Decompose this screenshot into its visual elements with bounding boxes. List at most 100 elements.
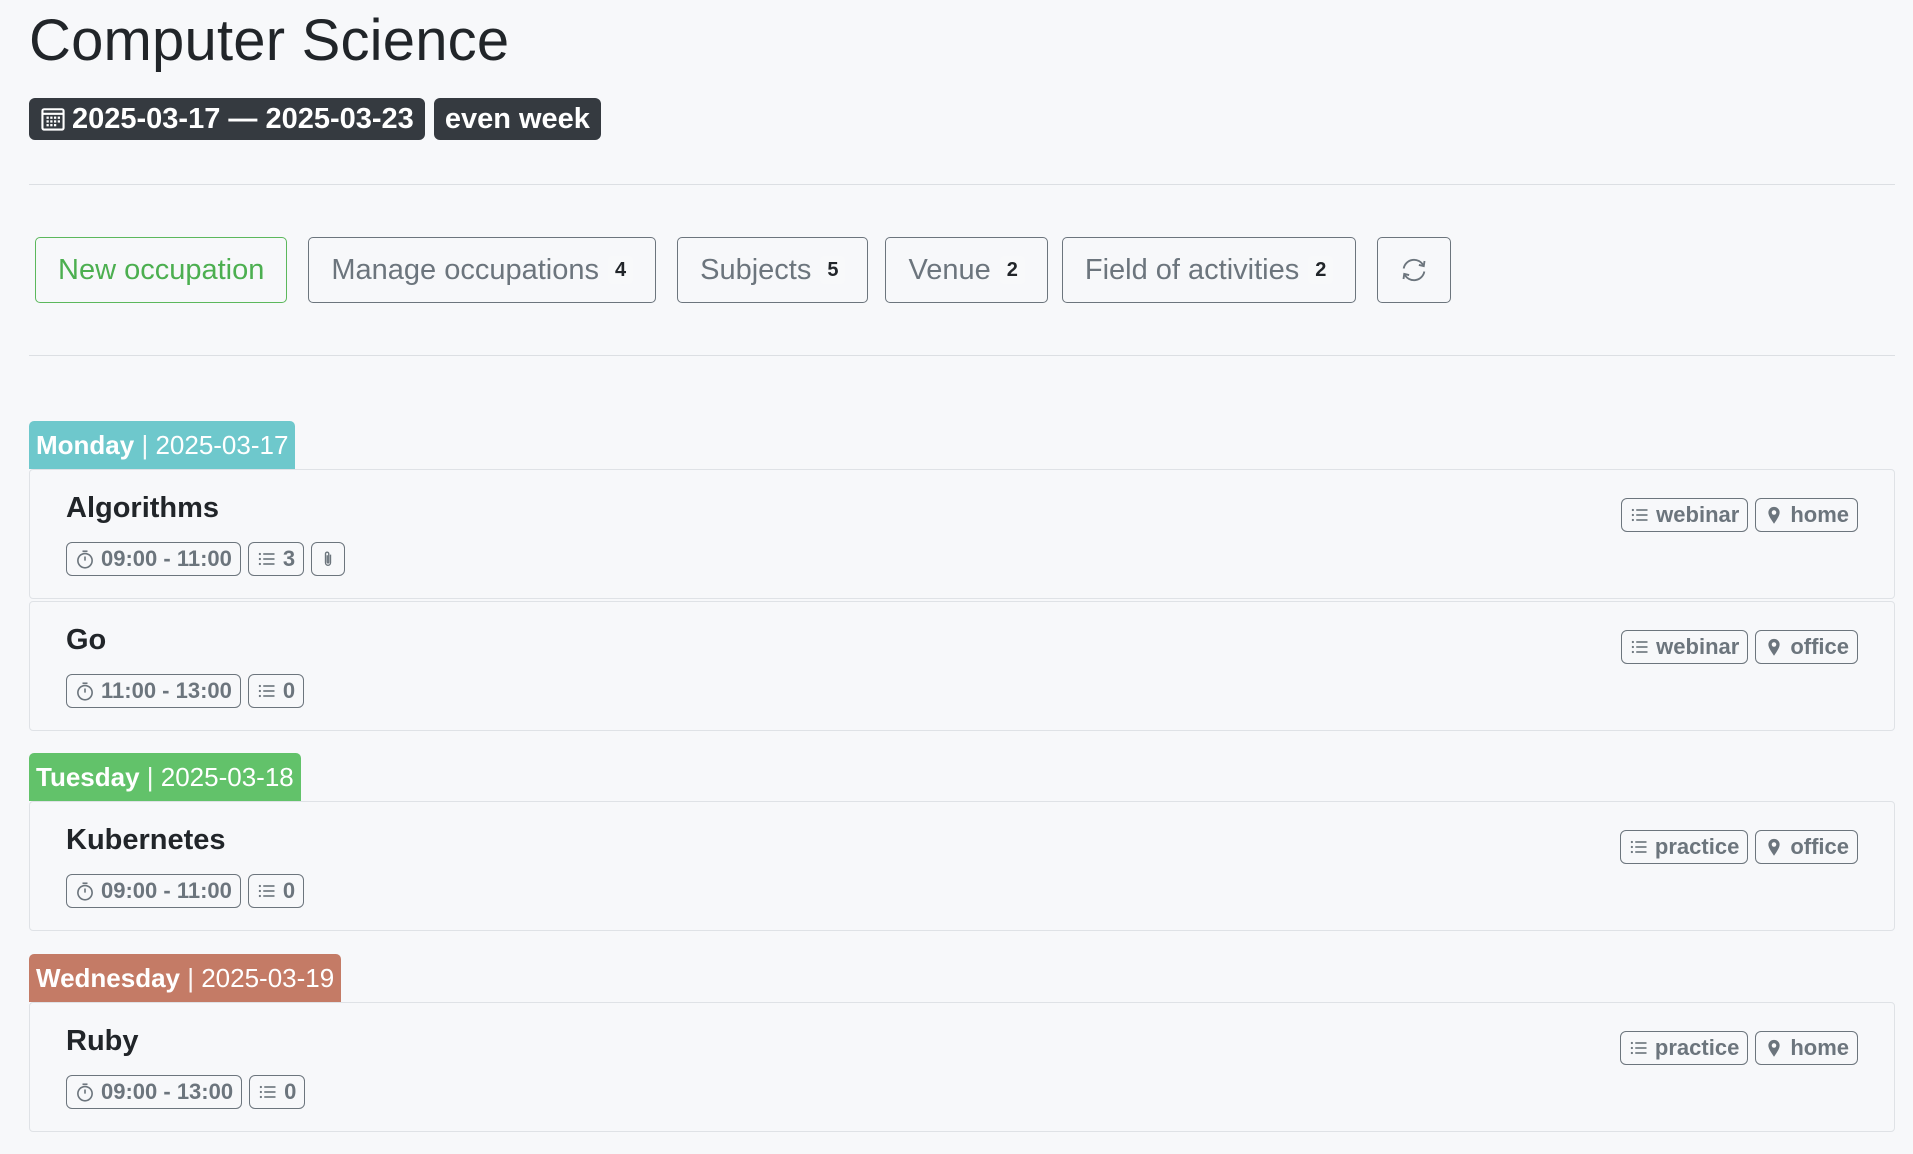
- list-icon: [1631, 508, 1648, 522]
- new-occupation-label: New occupation: [58, 253, 265, 286]
- stopwatch-icon: [77, 550, 93, 569]
- week-type-badge: even week: [433, 98, 601, 140]
- new-occupation-button[interactable]: New occupation: [35, 237, 288, 303]
- day-separator: |: [139, 762, 161, 792]
- subjects-count: 5: [820, 256, 846, 284]
- occupation-card[interactable]: Ruby 09:00 - 13:00 0 practice home: [29, 1002, 1895, 1132]
- activity-type: webinar: [1656, 502, 1740, 527]
- refresh-icon: [1402, 258, 1426, 282]
- occupation-tags: webinar office: [1621, 630, 1858, 664]
- attachment-badge[interactable]: [311, 542, 346, 576]
- day-date: 2025-03-18: [160, 762, 294, 792]
- map-pin-icon: [1768, 838, 1780, 856]
- manage-occupations-count: 4: [607, 256, 634, 284]
- activity-type: practice: [1654, 1035, 1740, 1060]
- location-text: home: [1790, 502, 1849, 527]
- venue-count: 2: [999, 256, 1025, 284]
- location-text: office: [1790, 634, 1849, 659]
- list-icon: [1630, 1041, 1647, 1055]
- location-badge: office: [1755, 630, 1858, 664]
- occupation-meta: 11:00 - 13:00 0: [66, 674, 305, 708]
- occupation-title: Kubernetes: [66, 824, 226, 856]
- tasks-count-badge: 0: [247, 674, 305, 708]
- time-badge: 09:00 - 11:00: [66, 874, 241, 908]
- activity-type-badge: webinar: [1621, 498, 1749, 532]
- field-of-activities-label: Field of activities: [1084, 253, 1300, 286]
- location-text: home: [1790, 1035, 1849, 1060]
- list-icon: [259, 1085, 276, 1099]
- day-separator: |: [180, 963, 202, 993]
- tasks-count: 0: [282, 878, 296, 903]
- occupation-title: Ruby: [66, 1025, 139, 1057]
- day-section-wednesday: Wednesday | 2025-03-19 Ruby 09:00 - 13:0…: [29, 954, 1895, 1132]
- map-pin-icon: [1768, 506, 1780, 524]
- time-badge: 09:00 - 11:00: [66, 542, 241, 576]
- subjects-button[interactable]: Subjects 5: [677, 237, 869, 303]
- activity-type-badge: practice: [1619, 830, 1749, 864]
- day-date: 2025-03-19: [201, 963, 335, 993]
- time-badge: 11:00 - 13:00: [66, 674, 241, 708]
- occupation-title: Algorithms: [66, 492, 220, 524]
- field-of-activities-button[interactable]: Field of activities 2: [1061, 237, 1357, 303]
- occupation-tags: webinar home: [1621, 498, 1858, 532]
- week-badges: 2025-03-17 — 2025-03-23 even week: [29, 98, 1895, 140]
- location-badge: home: [1755, 498, 1858, 532]
- refresh-button[interactable]: [1377, 237, 1452, 303]
- list-icon: [258, 684, 275, 698]
- day-name: Tuesday: [36, 762, 140, 792]
- activity-type: practice: [1654, 834, 1740, 859]
- tasks-count-badge: 0: [247, 874, 305, 908]
- occupation-meta: 09:00 - 11:00 0: [66, 874, 305, 908]
- location-text: office: [1790, 834, 1849, 859]
- occupation-title: Go: [66, 624, 107, 656]
- location-badge: home: [1755, 1031, 1858, 1065]
- time-text: 09:00 - 13:00: [101, 1079, 234, 1104]
- occupation-card[interactable]: Go 11:00 - 13:00 0 webinar office: [29, 601, 1895, 731]
- time-text: 09:00 - 11:00: [101, 878, 232, 903]
- map-pin-icon: [1768, 1039, 1780, 1057]
- occupation-tags: practice office: [1619, 830, 1858, 864]
- date-range-text: 2025-03-17 — 2025-03-23: [72, 103, 414, 135]
- manage-occupations-label: Manage occupations: [331, 253, 599, 286]
- divider: [29, 355, 1895, 356]
- page: Computer Science 2025-03-17 — 2025-03-23…: [0, 0, 1913, 1132]
- day-header: Wednesday | 2025-03-19: [29, 954, 342, 1002]
- field-of-activities-count: 2: [1308, 256, 1334, 284]
- tasks-count: 0: [284, 1079, 297, 1104]
- date-range-badge: 2025-03-17 — 2025-03-23: [29, 98, 425, 140]
- calendar-icon: [41, 108, 65, 131]
- list-icon: [1631, 640, 1648, 654]
- activity-type-badge: practice: [1619, 1031, 1749, 1065]
- map-pin-icon: [1768, 638, 1780, 656]
- venue-button[interactable]: Venue 2: [885, 237, 1048, 303]
- day-header: Tuesday | 2025-03-18: [29, 753, 301, 801]
- manage-occupations-button[interactable]: Manage occupations 4: [308, 237, 657, 303]
- occupation-card[interactable]: Algorithms 09:00 - 11:00 3 webinar home: [29, 469, 1895, 599]
- tasks-count-badge: 3: [247, 542, 305, 576]
- stopwatch-icon: [77, 682, 93, 701]
- day-header: Monday | 2025-03-17: [29, 421, 296, 469]
- time-text: 11:00 - 13:00: [101, 678, 232, 703]
- day-name: Monday: [36, 430, 135, 460]
- list-icon: [258, 884, 275, 898]
- tasks-count-badge: 0: [249, 1075, 306, 1109]
- day-name: Wednesday: [36, 963, 181, 993]
- time-badge: 09:00 - 13:00: [66, 1075, 243, 1109]
- paperclip-icon: [324, 551, 332, 566]
- activity-type-badge: webinar: [1621, 630, 1749, 664]
- toolbar: New occupation Manage occupations 4 Subj…: [29, 185, 1895, 303]
- stopwatch-icon: [77, 1083, 93, 1102]
- list-icon: [258, 552, 275, 566]
- venue-label: Venue: [908, 253, 991, 286]
- day-section-tuesday: Tuesday | 2025-03-18 Kubernetes 09:00 - …: [29, 753, 1895, 931]
- day-date: 2025-03-17: [155, 430, 289, 460]
- occupation-tags: practice home: [1619, 1031, 1858, 1065]
- activity-type: webinar: [1656, 634, 1740, 659]
- tasks-count: 0: [282, 678, 296, 703]
- stopwatch-icon: [77, 882, 93, 901]
- list-icon: [1630, 840, 1647, 854]
- time-text: 09:00 - 11:00: [101, 546, 232, 571]
- day-separator: |: [134, 430, 156, 460]
- occupation-card[interactable]: Kubernetes 09:00 - 11:00 0 practice offi…: [29, 801, 1895, 931]
- subjects-label: Subjects: [700, 253, 812, 286]
